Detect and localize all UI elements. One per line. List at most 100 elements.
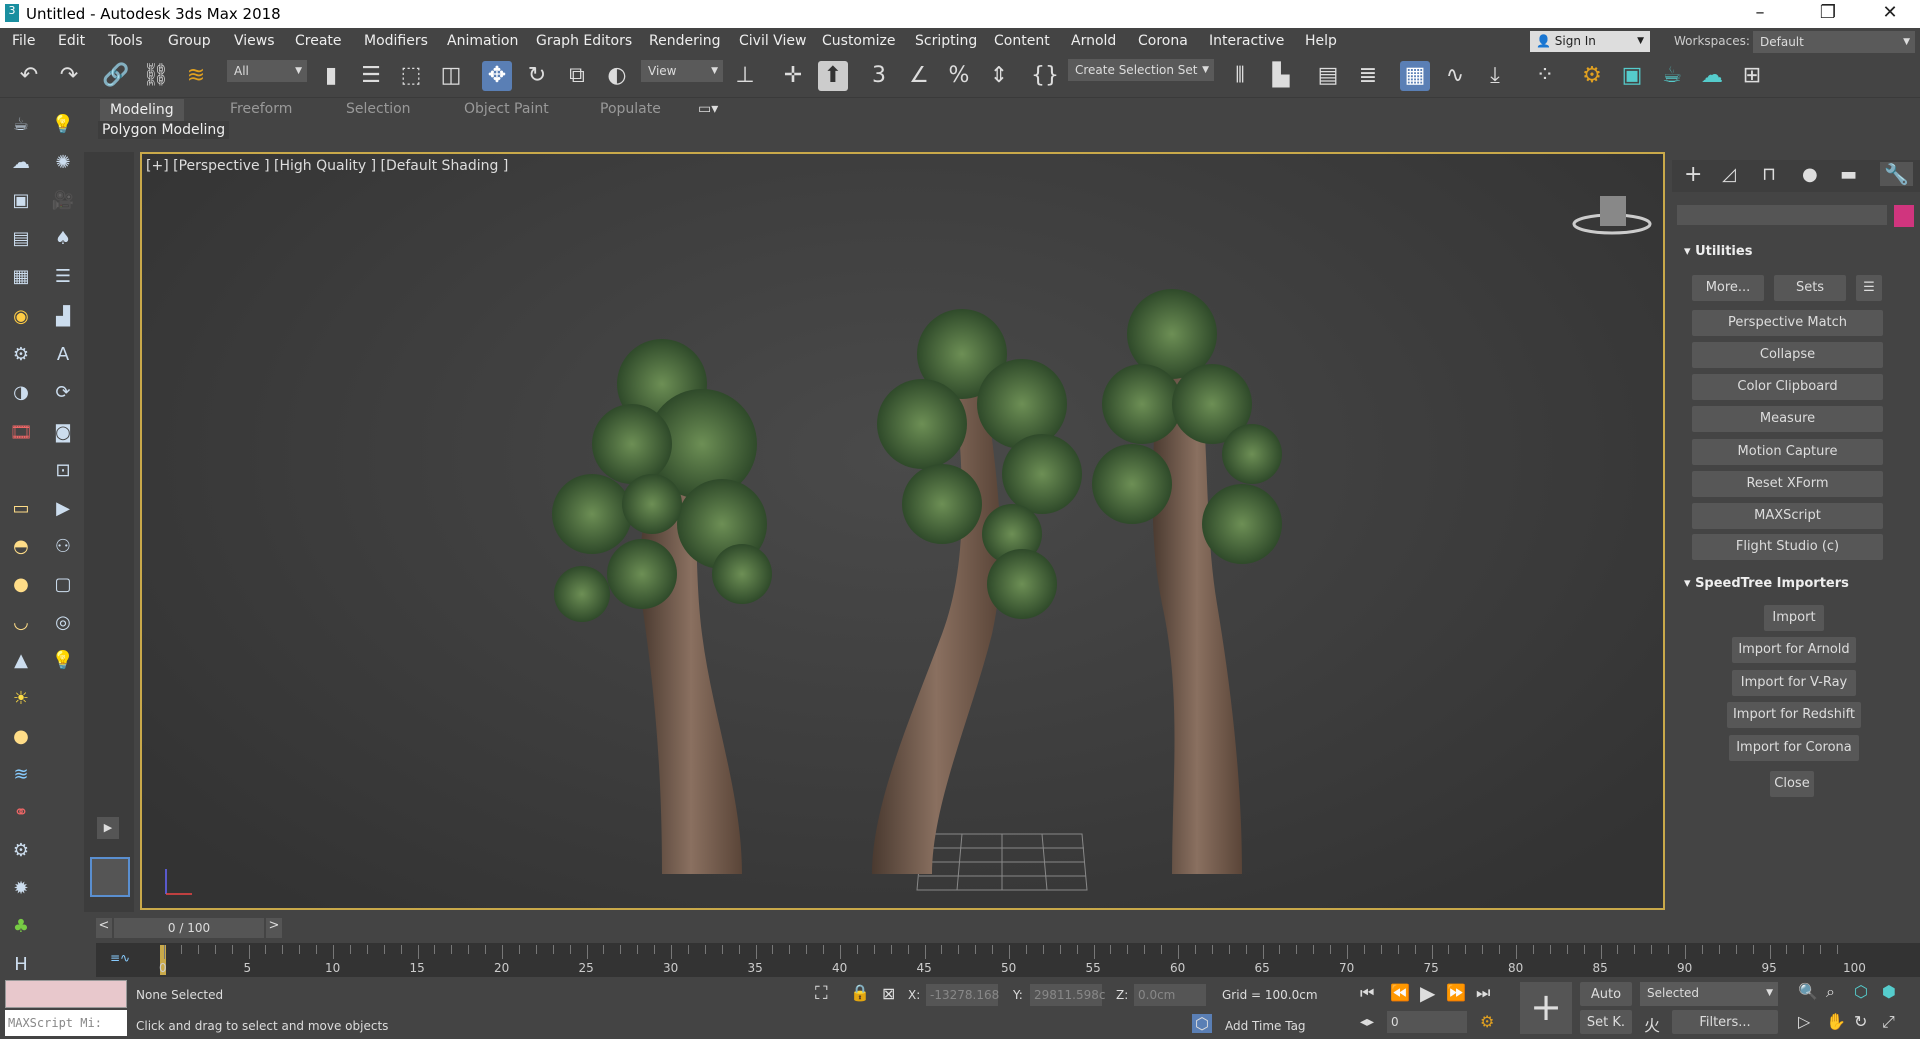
keyboard-shortcut-override-icon[interactable]: ⬆ xyxy=(818,61,848,91)
tab-modeling[interactable]: Modeling xyxy=(100,99,184,121)
menu-scripting[interactable]: Scripting xyxy=(915,33,977,49)
dope-sheet-icon[interactable]: ⤓ xyxy=(1480,61,1510,91)
menu-interactive[interactable]: Interactive xyxy=(1209,33,1284,49)
menu-views[interactable]: Views xyxy=(234,33,275,49)
object-name-field[interactable] xyxy=(1677,205,1887,225)
key-filters-icon[interactable]: ⽕ xyxy=(1644,1012,1660,1036)
menu-animation[interactable]: Animation xyxy=(447,33,518,49)
plant-icon[interactable]: ♣ xyxy=(8,916,34,940)
sun-light-icon[interactable]: ☀ xyxy=(8,688,34,712)
menu-civil-view[interactable]: Civil View xyxy=(739,33,806,49)
sign-in-dropdown[interactable]: 👤 Sign In ▼ xyxy=(1530,31,1650,52)
window-icon[interactable]: ▢ xyxy=(50,574,76,598)
scene-explorer-icon[interactable]: ▤ xyxy=(1313,61,1343,91)
menu-modifiers[interactable]: Modifiers xyxy=(364,33,428,49)
frame-icon[interactable]: ⊡ xyxy=(50,460,76,484)
hf-icon[interactable]: H xyxy=(8,954,34,978)
motion-capture-button[interactable]: Motion Capture xyxy=(1692,439,1883,465)
minimize-button[interactable]: – xyxy=(1740,2,1780,23)
reference-coordinate-dropdown[interactable]: View xyxy=(641,60,723,82)
display-tab-icon[interactable]: ▬ xyxy=(1840,164,1857,185)
field-of-view-icon[interactable]: ▷ xyxy=(1798,1012,1810,1031)
color-clipboard-button[interactable]: Color Clipboard xyxy=(1692,374,1883,400)
grid-icon[interactable]: ▦ xyxy=(8,266,34,290)
menu-create[interactable]: Create xyxy=(295,33,342,49)
import-for-arnold-button[interactable]: Import for Arnold xyxy=(1732,637,1856,663)
document-icon[interactable]: ▤ xyxy=(8,228,34,252)
sets-button[interactable]: Sets xyxy=(1774,275,1846,301)
viewport-layout-thumbnail[interactable] xyxy=(90,857,130,897)
bind-space-warp-icon[interactable]: ≋ xyxy=(181,61,211,91)
select-by-name-icon[interactable]: ☰ xyxy=(356,61,386,91)
film-icon[interactable]: 🎞 xyxy=(8,422,34,446)
menu-arnold[interactable]: Arnold xyxy=(1071,33,1116,49)
maxscript-listener-mini[interactable] xyxy=(5,980,127,1008)
ribbon-toggle-icon[interactable]: ▦ xyxy=(1400,61,1430,91)
robot-icon[interactable]: ⚇ xyxy=(50,536,76,560)
align-icon[interactable]: ▙ xyxy=(1266,61,1296,91)
zoom-extents-icon[interactable]: ⬡ xyxy=(1854,982,1868,1001)
hair-icon[interactable]: ≋ xyxy=(8,764,34,788)
key-mode-dropdown[interactable]: Selected xyxy=(1640,982,1778,1006)
spinner-snap-icon[interactable]: ⇕ xyxy=(984,61,1014,91)
camera-icon[interactable]: 🎥 xyxy=(50,190,76,214)
text-icon[interactable]: A xyxy=(50,344,76,368)
menu-file[interactable]: File xyxy=(12,33,35,49)
go-to-end-icon[interactable]: ⏭ xyxy=(1476,983,1490,1003)
redo-icon[interactable]: ↷ xyxy=(54,61,84,91)
settings-icon[interactable]: ⚙ xyxy=(8,344,34,368)
gear-icon[interactable]: ✹ xyxy=(8,878,34,902)
object-color-swatch[interactable] xyxy=(1894,205,1914,227)
percent-snap-icon[interactable]: % xyxy=(944,61,974,91)
measure-button[interactable]: Measure xyxy=(1692,406,1883,432)
x-coordinate-field[interactable]: -13278.168 xyxy=(926,984,999,1006)
create-tab-icon[interactable]: + xyxy=(1684,162,1702,187)
time-configuration-icon[interactable]: ⚙ xyxy=(1480,1012,1494,1031)
select-and-rotate-icon[interactable]: ↻ xyxy=(522,61,552,91)
time-tag-icon[interactable]: ⬡ xyxy=(1192,1014,1212,1033)
set-key-button[interactable]: Set K. xyxy=(1580,1010,1632,1034)
chart-icon[interactable]: ▟ xyxy=(50,306,76,330)
selection-filter-dropdown[interactable]: All xyxy=(227,60,307,82)
placement-icon[interactable]: ◐ xyxy=(602,61,632,91)
time-slider[interactable]: < 0 / 100 > xyxy=(96,916,1920,940)
panel-icon[interactable]: ▭ xyxy=(8,498,34,522)
menu-group[interactable]: Group xyxy=(168,33,211,49)
time-slider-thumb[interactable]: 0 / 100 xyxy=(114,918,264,938)
trees-icon[interactable]: ♠ xyxy=(50,228,76,252)
dome-icon[interactable]: ◓ xyxy=(8,536,34,560)
link-icon[interactable]: 🔗 xyxy=(101,61,131,91)
list-icon[interactable]: ☰ xyxy=(50,266,76,290)
ribbon-options-icon[interactable]: ▭▾ xyxy=(698,101,718,117)
menu-rendering[interactable]: Rendering xyxy=(649,33,721,49)
menu-customize[interactable]: Customize xyxy=(822,33,896,49)
previous-key-icon[interactable]: ⏪ xyxy=(1390,983,1410,1002)
import-for-vray-button[interactable]: Import for V-Ray xyxy=(1732,670,1856,696)
pan-icon[interactable]: ✋ xyxy=(1826,1012,1846,1031)
expand-layout-button[interactable]: ▶ xyxy=(97,817,119,839)
y-coordinate-field[interactable]: 29811.598c xyxy=(1030,984,1106,1006)
schematic-view-icon[interactable]: ⁘ xyxy=(1530,61,1560,91)
orbit-icon[interactable]: ↻ xyxy=(1854,1012,1867,1031)
globe-icon[interactable]: ◑ xyxy=(8,382,34,406)
unlink-icon[interactable]: ⛓ xyxy=(141,61,171,91)
lightbulb-icon[interactable]: 💡 xyxy=(50,650,76,674)
menu-graph-editors[interactable]: Graph Editors xyxy=(536,33,632,49)
render-production-icon[interactable]: ☕ xyxy=(1657,61,1687,91)
set-key-big-button[interactable]: + xyxy=(1520,982,1572,1034)
mirror-icon[interactable]: ⫴ xyxy=(1225,61,1255,91)
hierarchy-tab-icon[interactable]: ⊓ xyxy=(1762,164,1776,185)
reset-xform-button[interactable]: Reset XForm xyxy=(1692,471,1883,497)
next-frame-button[interactable]: > xyxy=(266,918,282,938)
snaps-toggle-icon[interactable]: 3 xyxy=(864,61,894,91)
auto-key-button[interactable]: Auto xyxy=(1580,982,1632,1006)
bulb-icon[interactable]: ◉ xyxy=(8,306,34,330)
configure-button-sets-icon[interactable]: ☰ xyxy=(1856,275,1882,301)
workspace-dropdown[interactable]: Default xyxy=(1753,31,1915,53)
select-and-scale-icon[interactable]: ⧉ xyxy=(562,61,592,91)
filters-button[interactable]: Filters... xyxy=(1672,1010,1778,1034)
window-crossing-icon[interactable]: ◫ xyxy=(436,61,466,91)
select-and-move-icon[interactable]: ✥ xyxy=(482,61,512,91)
curve-editor-mini-icon[interactable]: ≡∿ xyxy=(110,951,130,965)
polygon-modeling-panel[interactable]: Polygon Modeling xyxy=(98,121,230,139)
